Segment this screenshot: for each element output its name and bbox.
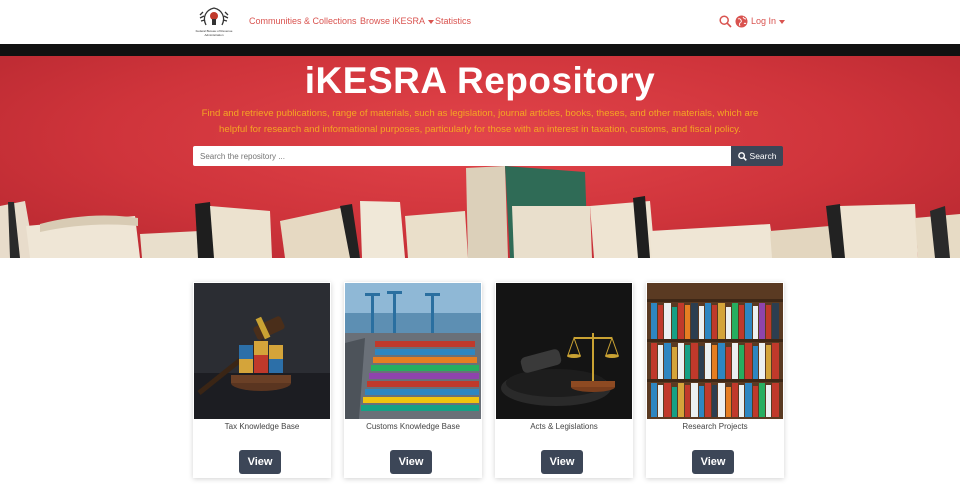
search-icon[interactable] xyxy=(719,15,732,28)
card-image xyxy=(647,283,783,419)
login-menu[interactable]: Log In xyxy=(751,16,786,26)
view-button[interactable]: View xyxy=(239,450,281,474)
header-divider-bar xyxy=(0,44,960,56)
container-port-image xyxy=(345,283,481,419)
view-button[interactable]: View xyxy=(390,450,432,474)
chevron-down-icon xyxy=(428,19,435,24)
chevron-down-icon xyxy=(779,19,786,24)
card-title: Acts & Legislations xyxy=(530,422,598,431)
nav-browse-ikesra[interactable]: Browse iKESRA xyxy=(360,16,435,26)
hero-banner: iKESRA Repository Find and retrieve publ… xyxy=(0,56,960,258)
card-image xyxy=(194,283,330,419)
card-research-projects: Research Projects View xyxy=(646,282,784,478)
hero-subtitle: Find and retrieve publications, range of… xyxy=(201,108,759,135)
login-label: Log In xyxy=(751,16,777,26)
svg-text:Administration: Administration xyxy=(204,33,223,37)
nav-statistics[interactable]: Statistics xyxy=(435,16,471,26)
view-button[interactable]: View xyxy=(692,450,734,474)
nav-communities-collections[interactable]: Communities & Collections xyxy=(249,16,357,26)
card-customs-knowledge-base: Customs Knowledge Base View xyxy=(344,282,482,478)
card-title: Research Projects xyxy=(682,422,748,431)
top-navbar: Federal Bureau of Revenue Administration… xyxy=(0,0,960,44)
nav-browse-label: Browse iKESRA xyxy=(360,16,426,26)
repository-search-input[interactable] xyxy=(193,146,731,166)
card-acts-legislations: Acts & Legislations View xyxy=(495,282,633,478)
search-button-label: Search xyxy=(749,151,777,161)
card-tax-knowledge-base: Tax Knowledge Base View xyxy=(193,282,331,478)
site-logo[interactable]: Federal Bureau of Revenue Administration xyxy=(194,3,234,39)
card-title: Customs Knowledge Base xyxy=(366,422,460,431)
view-button[interactable]: View xyxy=(541,450,583,474)
gavel-tax-image xyxy=(194,283,330,419)
gavel-scales-image xyxy=(496,283,632,419)
bookshelf-image xyxy=(647,283,783,419)
card-title: Tax Knowledge Base xyxy=(224,422,300,431)
card-image xyxy=(496,283,632,419)
card-image xyxy=(345,283,481,419)
hero-title: iKESRA Repository xyxy=(304,60,656,101)
search-icon xyxy=(737,151,747,161)
globe-icon[interactable] xyxy=(735,15,748,28)
search-button[interactable]: Search xyxy=(731,146,783,166)
